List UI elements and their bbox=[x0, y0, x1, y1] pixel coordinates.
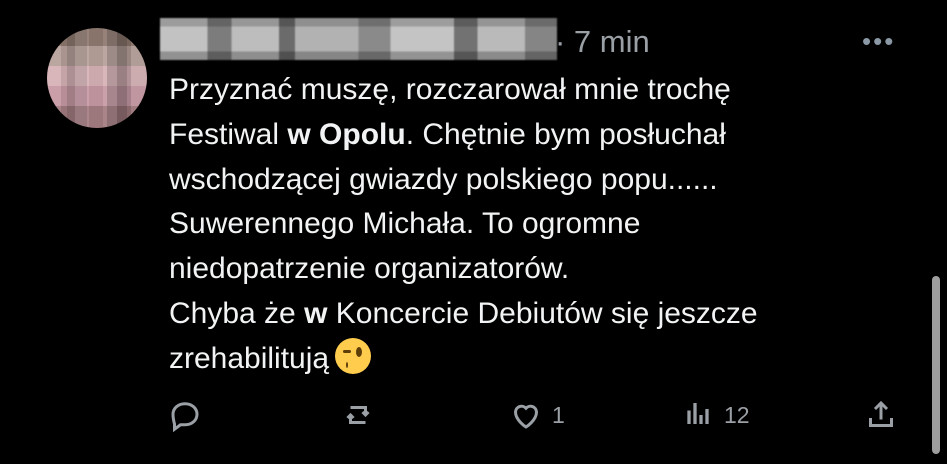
views-button[interactable]: 12 bbox=[680, 397, 750, 433]
like-count: 1 bbox=[552, 401, 565, 428]
share-button[interactable] bbox=[863, 397, 899, 433]
post-line-6-part-a: Chyba że bbox=[169, 296, 305, 330]
post-line-2-part-a: Festiwal bbox=[169, 117, 288, 151]
repost-button[interactable] bbox=[340, 397, 376, 433]
post-line-6: Chyba że w Koncercie Debiutów się jeszcz… bbox=[169, 292, 869, 337]
post-line-5: niedopatrzenie organizatorów. bbox=[169, 252, 570, 286]
views-count: 12 bbox=[724, 401, 750, 428]
scrollbar[interactable] bbox=[932, 276, 940, 454]
post-text: Przyznać muszę, rozczarował mnie trochę … bbox=[169, 68, 869, 382]
post-timestamp[interactable]: · 7 min bbox=[555, 22, 650, 62]
reply-icon bbox=[171, 402, 199, 433]
username-redacted[interactable] bbox=[160, 18, 557, 60]
more-options-icon[interactable]: ••• bbox=[862, 26, 895, 56]
post-line-2-part-c: . Chętnie bym posłuchał bbox=[405, 117, 726, 151]
avatar[interactable] bbox=[47, 28, 147, 128]
heart-icon bbox=[513, 404, 539, 429]
post-line-6-part-c: Koncercie Debiutów się jeszcze bbox=[327, 296, 758, 330]
reply-button[interactable] bbox=[167, 397, 203, 433]
post-line-6-part-b: w bbox=[304, 296, 328, 330]
post-line-2: Festiwal w Opolu. Chętnie bym posłuchał bbox=[169, 113, 869, 158]
views-icon bbox=[687, 403, 709, 424]
post-line-4: Suwerennego Michała. To ogromne bbox=[169, 207, 641, 241]
winking-face-icon bbox=[335, 337, 372, 374]
post-line-3: wschodzącej gwiazdy polskiego popu...... bbox=[169, 162, 718, 196]
share-icon bbox=[869, 400, 893, 427]
repost-icon bbox=[346, 406, 370, 424]
post-line-1: Przyznać muszę, rozczarował mnie trochę bbox=[169, 73, 731, 106]
post-line-2-part-b: w Opolu bbox=[287, 117, 406, 151]
like-button[interactable]: 1 bbox=[508, 397, 565, 433]
post-line-7: zrehabilitują bbox=[169, 337, 869, 382]
post-line-7-text: zrehabilitują bbox=[169, 341, 330, 375]
post-actions: 1 12 bbox=[0, 395, 947, 435]
